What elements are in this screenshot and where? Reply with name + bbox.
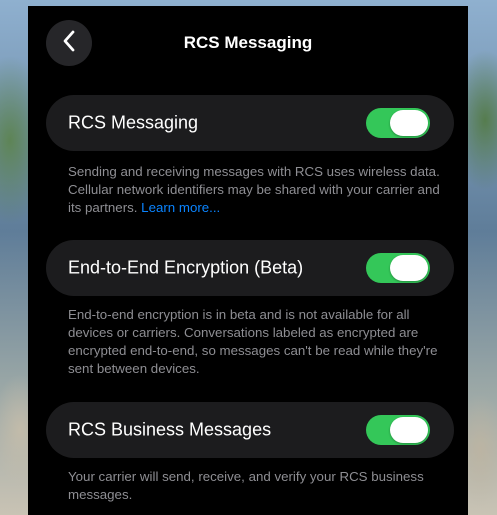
setting-label: RCS Messaging bbox=[68, 112, 199, 133]
navigation-bar: RCS Messaging bbox=[28, 6, 468, 76]
setting-row-rcs-messaging: RCS Messaging bbox=[46, 95, 454, 151]
learn-more-link[interactable]: Learn more... bbox=[141, 200, 220, 215]
rcs-messaging-toggle[interactable] bbox=[366, 108, 430, 138]
setting-row-rcs-business-messages: RCS Business Messages bbox=[46, 402, 454, 458]
encryption-footnote: End-to-end encryption is in beta and is … bbox=[68, 307, 438, 376]
toggle-knob bbox=[390, 255, 428, 281]
rcs-business-messages-toggle[interactable] bbox=[366, 415, 430, 445]
business-messages-footnote: Your carrier will send, receive, and ver… bbox=[68, 469, 424, 502]
setting-row-end-to-end-encryption: End-to-End Encryption (Beta) bbox=[46, 240, 454, 296]
setting-label: RCS Business Messages bbox=[68, 419, 272, 440]
page-title: RCS Messaging bbox=[183, 33, 313, 52]
toggle-knob bbox=[390, 110, 428, 136]
setting-label: End-to-End Encryption (Beta) bbox=[68, 257, 304, 278]
toggle-knob bbox=[390, 417, 428, 443]
rcs-messaging-footnote: Sending and receiving messages with RCS … bbox=[68, 163, 448, 217]
footnote-text: Sending and receiving messages with RCS … bbox=[68, 164, 440, 215]
end-to-end-encryption-toggle[interactable] bbox=[366, 253, 430, 283]
settings-screen: RCS Messaging RCS Messaging Sending and … bbox=[28, 6, 468, 515]
